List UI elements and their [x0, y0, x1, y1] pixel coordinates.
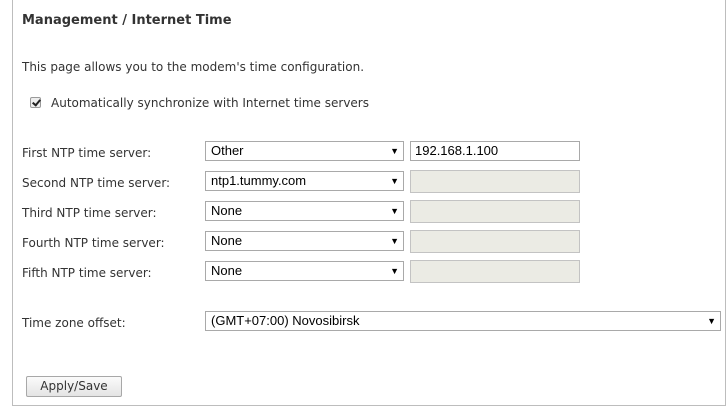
auto-sync-checkbox[interactable]: [30, 97, 41, 108]
ntp-server-5-custom-input: [410, 260, 580, 283]
ntp-server-3-selected: None: [211, 203, 243, 218]
ntp-server-5-label: Fifth NTP time server:: [22, 266, 152, 280]
auto-sync-label: Automatically synchronize with Internet …: [51, 96, 369, 110]
ntp-server-4-select[interactable]: None ▼: [205, 231, 404, 251]
ntp-server-5-select[interactable]: None ▼: [205, 261, 404, 281]
timezone-label: Time zone offset:: [22, 316, 126, 330]
chevron-down-icon: ▼: [390, 146, 399, 156]
ntp-server-2-custom-input: [410, 170, 580, 193]
ntp-server-3-custom-input: [410, 200, 580, 223]
ntp-server-3-select[interactable]: None ▼: [205, 201, 404, 221]
ntp-server-2-label: Second NTP time server:: [22, 176, 171, 190]
page-title: Management / Internet Time: [22, 13, 232, 28]
ntp-server-1-label: First NTP time server:: [22, 146, 152, 160]
apply-save-button[interactable]: Apply/Save: [26, 376, 122, 397]
chevron-down-icon: ▼: [390, 236, 399, 246]
chevron-down-icon: ▼: [390, 266, 399, 276]
ntp-server-1-custom-input[interactable]: 192.168.1.100: [410, 141, 580, 161]
ntp-server-5-selected: None: [211, 263, 243, 278]
chevron-down-icon: ▼: [707, 316, 716, 326]
ntp-server-2-select[interactable]: ntp1.tummy.com ▼: [205, 171, 404, 191]
ntp-server-4-custom-input: [410, 230, 580, 253]
ntp-server-1-selected: Other: [211, 143, 244, 158]
ntp-server-2-selected: ntp1.tummy.com: [211, 173, 307, 188]
ntp-server-4-selected: None: [211, 233, 243, 248]
timezone-selected: (GMT+07:00) Novosibirsk: [211, 313, 360, 328]
ntp-server-1-select[interactable]: Other ▼: [205, 141, 404, 161]
page-description: This page allows you to the modem's time…: [22, 60, 365, 74]
chevron-down-icon: ▼: [390, 176, 399, 186]
ntp-server-3-label: Third NTP time server:: [22, 206, 157, 220]
chevron-down-icon: ▼: [390, 206, 399, 216]
ntp-server-4-label: Fourth NTP time server:: [22, 236, 165, 250]
timezone-select[interactable]: (GMT+07:00) Novosibirsk ▼: [205, 311, 721, 331]
